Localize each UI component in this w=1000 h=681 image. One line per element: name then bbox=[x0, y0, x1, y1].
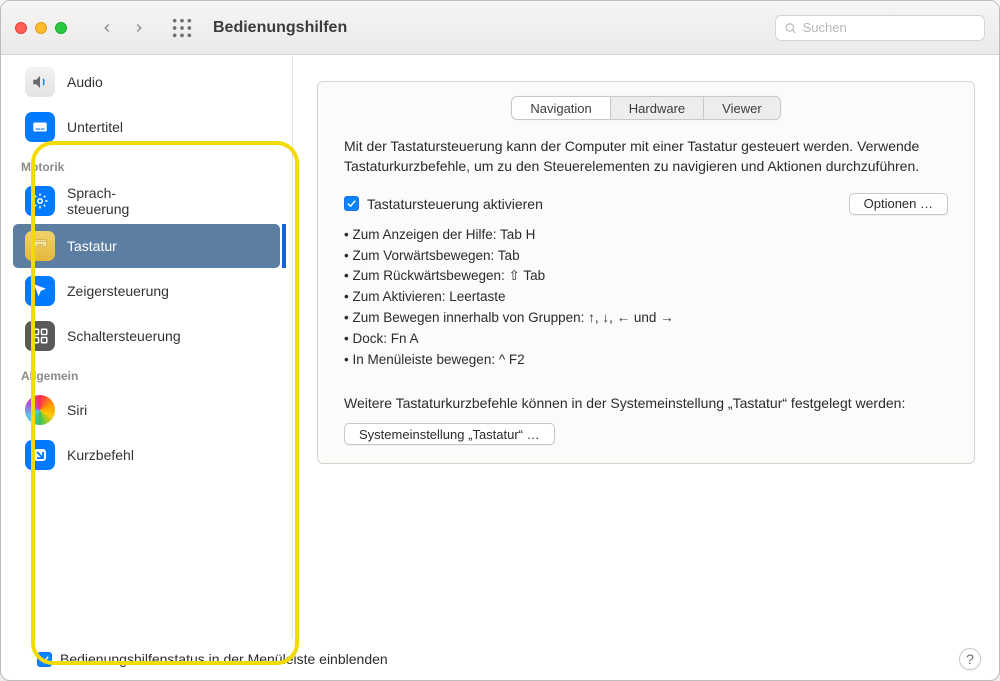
more-shortcuts-text: Weitere Tastaturkurzbefehle können in de… bbox=[318, 375, 974, 423]
sidebar-item-label: Kurzbefehl bbox=[67, 447, 134, 463]
close-window-button[interactable] bbox=[15, 22, 27, 34]
description-text: Mit der Tastatursteuerung kann der Compu… bbox=[318, 136, 974, 187]
tab-viewer[interactable]: Viewer bbox=[704, 97, 780, 119]
sidebar-item-audio[interactable]: Audio bbox=[13, 60, 280, 104]
status-menubar-checkbox[interactable] bbox=[37, 652, 52, 667]
content-area: Navigation Hardware Viewer Mit der Tasta… bbox=[293, 55, 999, 638]
shortcut-item: Zum Bewegen innerhalb von Gruppen: ↑, ↓,… bbox=[344, 308, 948, 329]
navigation-arrows bbox=[93, 14, 153, 42]
speaker-icon bbox=[25, 67, 55, 97]
window-controls bbox=[15, 22, 67, 34]
tab-navigation[interactable]: Navigation bbox=[512, 97, 610, 119]
chevron-left-icon bbox=[100, 21, 114, 35]
check-icon bbox=[39, 654, 50, 665]
search-icon bbox=[784, 21, 797, 35]
switch-control-icon bbox=[25, 321, 55, 351]
search-field[interactable] bbox=[775, 15, 985, 41]
sidebar-item-label: Zeigersteuerung bbox=[67, 283, 169, 299]
shortcut-item: In Menüleiste bewegen: ^ F2 bbox=[344, 350, 948, 371]
shortcuts-list: Zum Anzeigen der Hilfe: Tab H Zum Vorwär… bbox=[318, 221, 974, 375]
shortcut-item: Zum Anzeigen der Hilfe: Tab H bbox=[344, 225, 948, 246]
sidebar-item-label: Audio bbox=[67, 74, 103, 90]
help-button[interactable]: ? bbox=[959, 648, 981, 670]
sidebar-item-voice-control[interactable]: Sprach- steuerung bbox=[13, 179, 280, 223]
sidebar-item-pointer-control[interactable]: Zeigersteuerung bbox=[13, 269, 280, 313]
open-keyboard-prefs-button[interactable]: Systemeinstellung „Tastatur“ … bbox=[344, 423, 555, 445]
tabs: Navigation Hardware Viewer bbox=[318, 82, 974, 136]
sidebar-item-label: Schaltersteuerung bbox=[67, 328, 181, 344]
shortcut-item: Zum Aktivieren: Leertaste bbox=[344, 287, 948, 308]
sidebar-section-general: Allgemein bbox=[7, 359, 286, 387]
enable-keyboard-control-label: Tastatursteuerung aktivieren bbox=[367, 196, 841, 212]
titlebar: Bedienungshilfen bbox=[1, 1, 999, 55]
segmented-control: Navigation Hardware Viewer bbox=[511, 96, 780, 120]
sidebar-item-siri[interactable]: Siri bbox=[13, 388, 280, 432]
forward-button[interactable] bbox=[125, 14, 153, 42]
show-all-button[interactable] bbox=[171, 17, 193, 39]
sidebar-item-subtitles[interactable]: Untertitel bbox=[13, 105, 280, 149]
grid-icon bbox=[171, 17, 193, 39]
shortcut-item: Zum Rückwärtsbewegen: ⇧ Tab bbox=[344, 266, 948, 287]
pointer-icon bbox=[25, 276, 55, 306]
enable-keyboard-control-row: Tastatursteuerung aktivieren Optionen … bbox=[318, 187, 974, 221]
shortcut-icon bbox=[25, 440, 55, 470]
enable-keyboard-control-checkbox[interactable] bbox=[344, 196, 359, 211]
sidebar-item-label: Tastatur bbox=[67, 238, 117, 254]
shortcut-item: Dock: Fn A bbox=[344, 329, 948, 350]
status-menubar-label: Bedienungshilfenstatus in der Menüleiste… bbox=[60, 651, 951, 667]
options-button[interactable]: Optionen … bbox=[849, 193, 948, 215]
zoom-window-button[interactable] bbox=[55, 22, 67, 34]
sidebar: Audio Untertitel Motorik Sprach- steueru… bbox=[1, 55, 293, 638]
sidebar-item-label: Untertitel bbox=[67, 119, 123, 135]
minimize-window-button[interactable] bbox=[35, 22, 47, 34]
sidebar-item-keyboard[interactable]: Tastatur bbox=[13, 224, 280, 268]
sidebar-item-label: Siri bbox=[67, 402, 87, 418]
check-icon bbox=[346, 198, 357, 209]
preferences-window: Bedienungshilfen Audio Untertitel bbox=[0, 0, 1000, 681]
sidebar-item-label: Sprach- steuerung bbox=[67, 185, 129, 217]
bottom-bar bbox=[293, 616, 999, 636]
chevron-right-icon bbox=[132, 21, 146, 35]
settings-panel: Navigation Hardware Viewer Mit der Tasta… bbox=[317, 81, 975, 464]
sidebar-item-switch-control[interactable]: Schaltersteuerung bbox=[13, 314, 280, 358]
body: Audio Untertitel Motorik Sprach- steueru… bbox=[1, 55, 999, 638]
captions-icon bbox=[25, 112, 55, 142]
voice-control-icon bbox=[25, 186, 55, 216]
back-button[interactable] bbox=[93, 14, 121, 42]
shortcut-item: Zum Vorwärtsbewegen: Tab bbox=[344, 246, 948, 267]
keyboard-icon bbox=[25, 231, 55, 261]
sidebar-item-shortcut[interactable]: Kurzbefehl bbox=[13, 433, 280, 477]
search-input[interactable] bbox=[803, 20, 976, 35]
tab-hardware[interactable]: Hardware bbox=[611, 97, 704, 119]
page-title: Bedienungshilfen bbox=[213, 19, 347, 37]
sidebar-section-motor: Motorik bbox=[7, 150, 286, 178]
siri-icon bbox=[25, 395, 55, 425]
footer: Bedienungshilfenstatus in der Menüleiste… bbox=[1, 638, 999, 680]
